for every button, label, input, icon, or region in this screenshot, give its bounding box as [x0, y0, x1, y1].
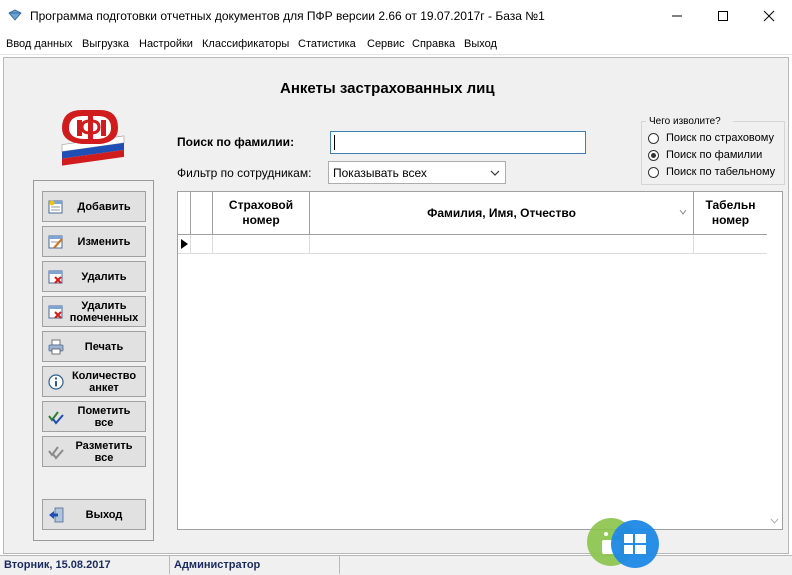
form-title: Анкеты застрахованных лиц — [280, 80, 495, 97]
radio-search-by-personnel-number[interactable]: Поиск по табельному — [648, 166, 785, 181]
uncheck-all-icon — [48, 446, 64, 460]
exit-door-icon — [49, 507, 64, 523]
printer-icon — [48, 339, 64, 355]
menu-bar: Ввод данных Выгрузка Настройки Классифик… — [0, 34, 792, 55]
menu-data-entry[interactable]: Ввод данных — [6, 38, 73, 50]
pfr-logo — [61, 110, 125, 166]
menu-exit[interactable]: Выход — [464, 38, 497, 50]
radio-button-selected[interactable] — [648, 150, 659, 161]
menu-help[interactable]: Справка — [412, 38, 455, 50]
count-button[interactable]: Количество анкет — [42, 366, 146, 397]
row-check-cell[interactable] — [191, 235, 213, 253]
check-all-button-label: Пометить все — [77, 404, 131, 429]
grid-header: Страховой номер Фамилия, Имя, Отчество Т… — [178, 192, 768, 235]
maximize-button[interactable] — [700, 0, 746, 31]
delete-record-icon — [48, 270, 63, 284]
vertical-scrollbar[interactable] — [767, 192, 782, 529]
search-input[interactable] — [330, 131, 586, 154]
radio-label: Поиск по фамилии — [666, 149, 763, 161]
delete-marked-button-label: Удалить помеченных — [69, 299, 139, 324]
text-caret — [334, 135, 335, 150]
window-title: Программа подготовки отчетных документов… — [30, 9, 545, 23]
menu-statistics[interactable]: Статистика — [298, 38, 356, 50]
add-record-icon — [48, 200, 63, 214]
table-row[interactable] — [178, 235, 768, 254]
edit-button-label: Изменить — [77, 235, 131, 248]
print-button-label: Печать — [84, 340, 124, 353]
print-button[interactable]: Печать — [42, 331, 146, 362]
uncheck-all-button[interactable]: Разметить все — [42, 436, 146, 467]
employee-filter-select[interactable]: Показывать всех — [328, 161, 506, 184]
chevron-down-icon — [490, 170, 500, 176]
add-button[interactable]: Добавить — [42, 191, 146, 222]
filter-selected-value: Показывать всех — [333, 166, 427, 180]
status-user: Администратор — [174, 559, 261, 571]
radio-label: Поиск по страховому — [666, 132, 774, 144]
title-bar: Программа подготовки отчетных документов… — [0, 0, 792, 32]
exit-button-label: Выход — [85, 508, 123, 521]
sort-arrow-icon — [679, 209, 687, 215]
radio-search-by-insurance[interactable]: Поиск по страховому — [648, 132, 785, 147]
app-icon — [8, 9, 22, 21]
exit-button[interactable]: Выход — [42, 499, 146, 530]
row-personnel-number[interactable] — [694, 235, 768, 253]
current-row-arrow-icon — [181, 239, 188, 249]
check-all-button[interactable]: Пометить все — [42, 401, 146, 432]
delete-button-label: Удалить — [81, 270, 127, 283]
filter-label: Фильтр по сотрудникам: — [177, 166, 312, 180]
radio-button[interactable] — [648, 133, 659, 144]
minimize-button[interactable] — [654, 0, 700, 31]
edit-button[interactable]: Изменить — [42, 226, 146, 257]
menu-classifiers[interactable]: Классификаторы — [202, 38, 289, 50]
menu-settings[interactable]: Настройки — [139, 38, 193, 50]
insured-persons-grid[interactable]: Страховой номер Фамилия, Имя, Отчество Т… — [177, 191, 783, 530]
uncheck-all-button-label: Разметить все — [75, 439, 133, 464]
radio-label: Поиск по табельному — [666, 166, 776, 178]
grid-header-full-name[interactable]: Фамилия, Имя, Отчество — [310, 192, 694, 234]
add-button-label: Добавить — [77, 200, 131, 213]
edit-record-icon — [48, 235, 63, 249]
menu-export[interactable]: Выгрузка — [82, 38, 129, 50]
radio-search-by-surname[interactable]: Поиск по фамилии — [648, 149, 785, 164]
row-full-name[interactable] — [310, 235, 694, 253]
radio-button[interactable] — [648, 167, 659, 178]
search-mode-group: Чего изволите? Поиск по страховому Поиск… — [641, 115, 785, 185]
minimize-icon — [672, 15, 682, 16]
watermark-logo — [587, 518, 659, 568]
maximize-icon — [718, 10, 728, 21]
search-label: Поиск по фамилии: — [177, 135, 295, 149]
close-button[interactable] — [746, 0, 792, 31]
check-all-icon — [48, 411, 64, 425]
grid-header-full-name-label: Фамилия, Имя, Отчество — [427, 205, 576, 220]
close-icon — [763, 10, 775, 21]
delete-marked-icon — [48, 305, 63, 319]
search-mode-title: Чего изволите? — [649, 116, 721, 127]
status-date-cell: Вторник, 15.08.2017 — [0, 556, 170, 574]
grid-header-personnel-number[interactable]: Табельн номер — [694, 192, 768, 234]
delete-marked-button[interactable]: Удалить помеченных — [42, 296, 146, 327]
delete-button[interactable]: Удалить — [42, 261, 146, 292]
status-date: Вторник, 15.08.2017 — [4, 559, 111, 571]
info-icon — [48, 374, 64, 390]
row-indicator — [178, 235, 191, 253]
count-button-label: Количество анкет — [71, 369, 137, 394]
status-user-cell: Администратор — [170, 556, 340, 574]
menu-service[interactable]: Сервис — [367, 38, 405, 50]
grid-header-check — [191, 192, 213, 234]
row-insurance-number[interactable] — [213, 235, 310, 253]
grid-header-indicator — [178, 192, 191, 234]
grid-header-insurance-number[interactable]: Страховой номер — [213, 192, 310, 234]
